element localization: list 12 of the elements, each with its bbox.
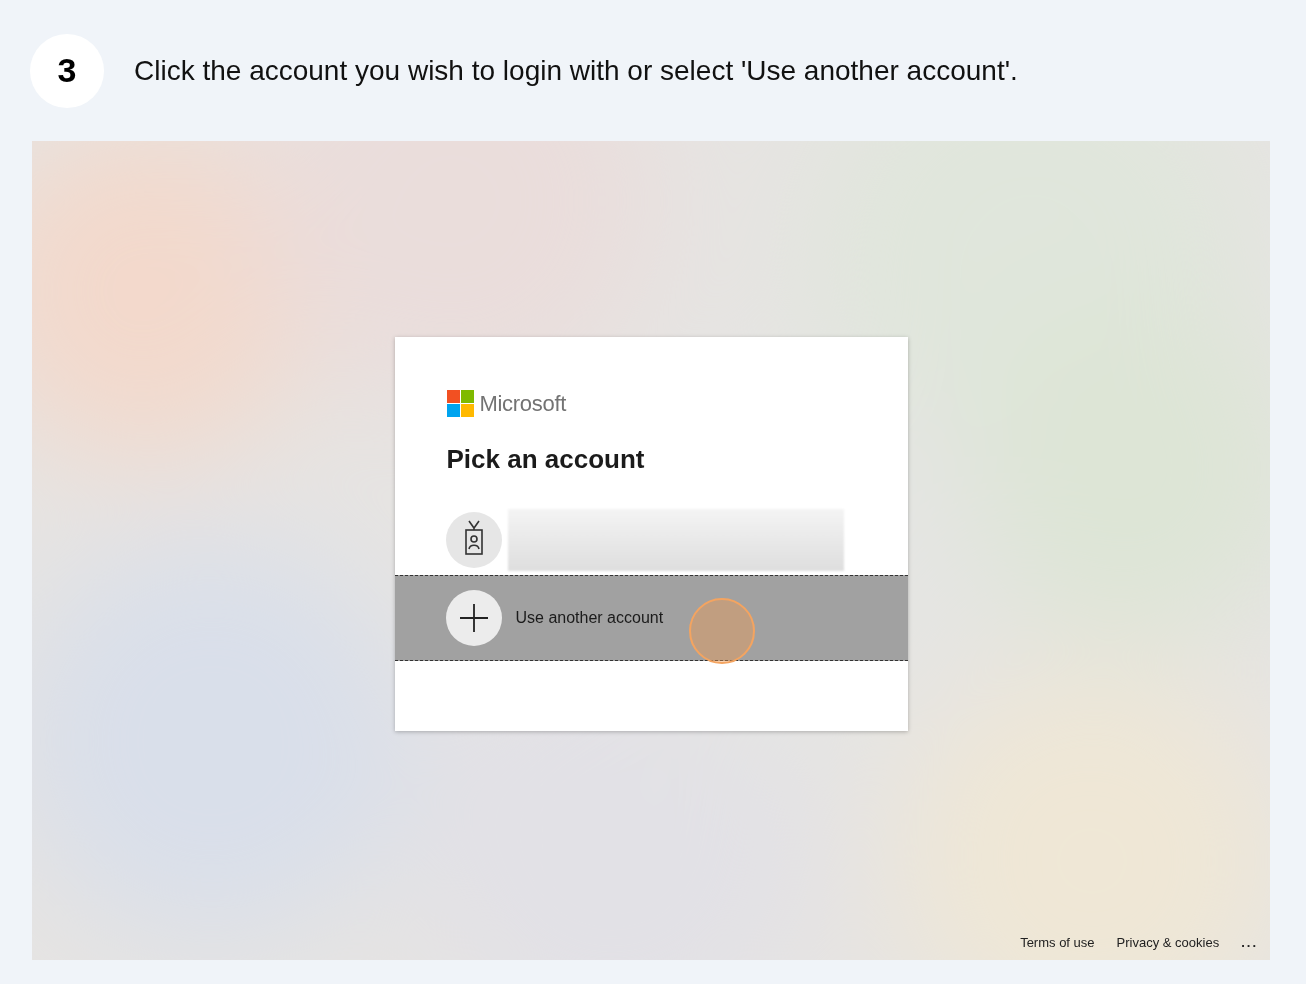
use-another-account-option[interactable]: Use another account [394,575,908,661]
plus-icon [445,590,502,646]
four-squares-logo-icon [446,390,474,417]
more-options-link[interactable]: ... [1241,932,1258,952]
step-number: 3 [30,33,104,108]
step-instruction: Click the account you wish to login with or select 'Use another account'. [134,53,1018,88]
account-option[interactable] [394,505,908,575]
brand-name: Microsoft [479,390,567,418]
footer-link[interactable]: Terms of use [1020,932,1095,952]
dialog-title: Pick an account [445,443,646,476]
badge-person-icon [445,512,502,568]
footer-link[interactable]: Privacy & cookies [1116,932,1220,952]
